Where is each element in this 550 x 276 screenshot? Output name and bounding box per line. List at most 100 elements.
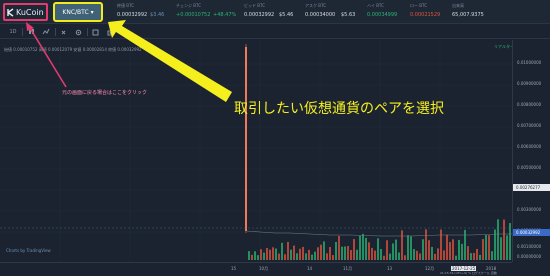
price-chart[interactable] bbox=[0, 40, 512, 262]
volume-bar bbox=[374, 250, 376, 260]
volume-bar bbox=[332, 255, 334, 260]
volume-bar bbox=[497, 219, 499, 260]
price-tick: 0.00300000 bbox=[517, 207, 542, 212]
ticker-key-volume: 出来高 bbox=[452, 3, 464, 8]
settings-icon[interactable] bbox=[73, 27, 83, 37]
ticker-key-ask: アスク BTC bbox=[305, 3, 327, 8]
current-price-label: 0.00032992 bbox=[513, 229, 550, 236]
volume-bar bbox=[458, 239, 460, 260]
toolbar-divider bbox=[87, 28, 88, 36]
volume-bar bbox=[368, 242, 370, 260]
volume-bar bbox=[383, 255, 385, 260]
volume-bar bbox=[299, 248, 301, 260]
ticker-value-ask: 0.00034000 bbox=[305, 12, 336, 18]
price-tick: 0.00800000 bbox=[517, 102, 542, 107]
undo-icon[interactable] bbox=[58, 27, 68, 37]
volume-bar bbox=[248, 251, 250, 260]
volume-bar bbox=[410, 236, 412, 260]
volume-bar bbox=[350, 250, 352, 260]
ticker-value-high: 0.00034999 bbox=[367, 12, 398, 18]
volume-bar bbox=[404, 255, 406, 260]
price-tick: 0.00900000 bbox=[517, 81, 542, 86]
chart-canvas bbox=[0, 40, 512, 262]
volume-bar bbox=[392, 243, 394, 260]
ticker-value-bid: 0.00032992 bbox=[244, 12, 275, 18]
top-header: KuCoin KNC/BTC ▾ 終値 BTC 0.00032992 $3.46… bbox=[0, 0, 550, 24]
volume-bar bbox=[449, 242, 451, 260]
volume-bar bbox=[413, 249, 415, 260]
chart-footer-controls[interactable]: 21:15:34 (UTC+9) % ログスケール 自動 bbox=[440, 271, 497, 275]
tradingview-credit[interactable]: Charts by TradingView bbox=[6, 248, 51, 253]
volume-bar bbox=[353, 239, 355, 260]
pair-selector-button[interactable]: KNC/BTC ▾ bbox=[53, 2, 103, 22]
volume-bar bbox=[335, 241, 337, 260]
ticker-extra-bid: $5.46 bbox=[279, 12, 294, 18]
volume-bar bbox=[293, 245, 295, 260]
volume-bar bbox=[401, 230, 403, 260]
indicator-icon[interactable] bbox=[41, 27, 51, 37]
kucoin-logo[interactable]: KuCoin bbox=[3, 3, 48, 21]
volume-bar bbox=[398, 252, 400, 260]
camera-icon[interactable] bbox=[105, 27, 115, 37]
exchange-screen: KuCoin KNC/BTC ▾ 終値 BTC 0.00032992 $3.46… bbox=[0, 0, 550, 276]
volume-bar bbox=[452, 239, 454, 260]
volume-bar bbox=[500, 237, 502, 260]
volume-bar bbox=[290, 249, 292, 260]
volume-bar bbox=[428, 240, 430, 260]
kucoin-logo-icon bbox=[7, 7, 14, 17]
volume-bar bbox=[308, 249, 310, 260]
interval-button[interactable]: 1D bbox=[8, 27, 18, 37]
ticker-value-volume: 65,007.9375 bbox=[452, 12, 484, 18]
logo-text: KuCoin bbox=[16, 7, 44, 17]
volume-bar bbox=[473, 252, 475, 260]
volume-bar bbox=[278, 253, 280, 260]
volume-bar bbox=[251, 254, 253, 260]
volume-bar bbox=[437, 248, 439, 260]
pair-selector-label: KNC/BTC ▾ bbox=[62, 8, 94, 16]
ohlc-legend: 始値 0.00010752 高値 0.00012079 安値 0.0000281… bbox=[4, 47, 142, 52]
volume-bar bbox=[467, 246, 469, 260]
time-tick: 13 bbox=[387, 266, 393, 271]
volume-bar bbox=[347, 246, 349, 260]
select-pair-annotation: 取引したい仮想通貨のペアを選択 bbox=[234, 101, 444, 117]
volume-bar bbox=[296, 253, 298, 260]
price-tick: 0.00500000 bbox=[517, 165, 542, 170]
volume-bar bbox=[311, 254, 313, 260]
fullscreen-icon[interactable] bbox=[90, 27, 100, 37]
time-tick: 12月 bbox=[425, 266, 435, 271]
volume-bar bbox=[341, 246, 343, 260]
candle-icon[interactable] bbox=[26, 27, 36, 37]
ticker-key-high: ハイ BTC bbox=[367, 3, 384, 8]
volume-bar bbox=[395, 239, 397, 260]
volume-bar bbox=[431, 246, 433, 260]
price-tick: 0.01000000 bbox=[517, 60, 542, 65]
ticker-value-low: 0.00021529 bbox=[410, 12, 441, 18]
time-tick: 11月 bbox=[343, 266, 353, 271]
time-axis[interactable] bbox=[0, 262, 512, 276]
volume-bar bbox=[491, 251, 493, 260]
ticker-value-last: 0.00032992 bbox=[117, 12, 148, 18]
ticker-extra-change: +48.47% bbox=[213, 12, 237, 18]
back-hint-annotation: 元の画面に戻る場合はここをクリック bbox=[62, 90, 148, 96]
volume-bar bbox=[362, 233, 364, 260]
volume-bar bbox=[257, 255, 259, 260]
volume-bar bbox=[422, 239, 424, 260]
volume-bar bbox=[440, 229, 442, 260]
volume-bar bbox=[470, 253, 472, 260]
volume-bar bbox=[284, 254, 286, 260]
volume-bar bbox=[263, 252, 265, 260]
volume-bar bbox=[509, 223, 511, 260]
volume-bar bbox=[272, 247, 274, 260]
volume-bar bbox=[407, 235, 409, 260]
volume-bar bbox=[269, 249, 271, 260]
volume-bar bbox=[476, 248, 478, 260]
time-tick: 14 bbox=[307, 266, 313, 271]
volume-bar bbox=[380, 249, 382, 260]
volume-bar bbox=[281, 242, 283, 260]
volume-bar bbox=[359, 235, 361, 260]
volume-bar bbox=[503, 219, 505, 260]
volume-bar bbox=[365, 237, 367, 260]
volume-bar bbox=[386, 240, 388, 260]
volume-bar bbox=[317, 247, 319, 260]
price-tick: 0.00600000 bbox=[517, 144, 542, 149]
